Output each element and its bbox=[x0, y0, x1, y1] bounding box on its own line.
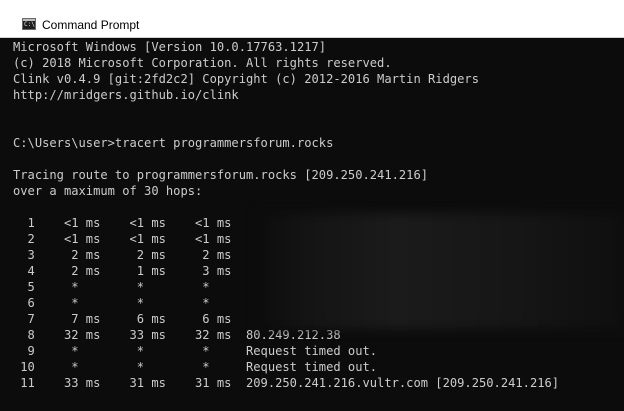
cmd-icon-prompt-text: C:\ bbox=[24, 21, 35, 28]
blurred-redaction-region bbox=[256, 213, 624, 329]
console-line-18: 7 7 ms 6 ms 6 ms bbox=[13, 312, 232, 326]
console-line-13: 2 <1 ms <1 ms <1 ms bbox=[13, 232, 232, 246]
console-line-1: Microsoft Windows [Version 10.0.17763.12… bbox=[13, 40, 327, 54]
console-line-17: 6 * * * bbox=[13, 296, 210, 310]
console-line-7: C:\Users\user>tracert programmersforum.r… bbox=[13, 136, 334, 150]
command-prompt-window: C:\ Command Prompt Microsoft Windows [Ve… bbox=[0, 0, 624, 411]
console-line-10: over a maximum of 30 hops: bbox=[13, 184, 203, 198]
title-bar[interactable]: C:\ Command Prompt bbox=[0, 0, 624, 38]
console-line-22: 11 33 ms 31 ms 31 ms 209.250.241.216.vul… bbox=[13, 376, 560, 390]
console-line-9: Tracing route to programmersforum.rocks … bbox=[13, 168, 429, 182]
console-line-2: (c) 2018 Microsoft Corporation. All righ… bbox=[13, 56, 392, 70]
console-line-4: http://mridgers.github.io/clink bbox=[13, 88, 239, 102]
console-line-16: 5 * * * bbox=[13, 280, 210, 294]
console-line-3: Clink v0.4.9 [git:2fd2c2] Copyright (c) … bbox=[13, 72, 479, 86]
console-line-19: 8 32 ms 33 ms 32 ms 80.249.212.38 bbox=[13, 328, 341, 342]
window-title: Command Prompt bbox=[42, 18, 140, 32]
console-output[interactable]: Microsoft Windows [Version 10.0.17763.12… bbox=[0, 39, 624, 411]
cmd-icon: C:\ bbox=[22, 18, 36, 30]
console-line-21: 10 * * * Request timed out. bbox=[13, 360, 378, 374]
console-line-15: 4 2 ms 1 ms 3 ms bbox=[13, 264, 232, 278]
console-line-20: 9 * * * Request timed out. bbox=[13, 344, 378, 358]
console-line-14: 3 2 ms 2 ms 2 ms bbox=[13, 248, 232, 262]
console-line-12: 1 <1 ms <1 ms <1 ms bbox=[13, 216, 232, 230]
